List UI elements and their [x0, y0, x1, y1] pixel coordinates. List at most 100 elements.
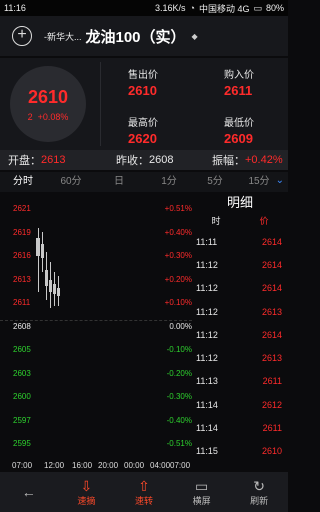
detail-row: 11:12 2613 [196, 353, 282, 364]
tab-1min[interactable]: 1分 [152, 172, 186, 192]
pct-tick: +0.30% [164, 251, 192, 260]
open-value: 2613 [41, 154, 66, 166]
y-tick: 2608 [13, 322, 31, 331]
pct-tick: -0.10% [166, 345, 192, 354]
chart-period-tabs: 分时 60分 日 1分 5分 15分 ⌄ [0, 172, 288, 192]
quick-transfer-button[interactable]: ⇧ 速转 [115, 472, 173, 512]
y-tick: 2613 [13, 275, 31, 284]
high-value: 2620 [128, 131, 157, 146]
price-mark [45, 270, 48, 286]
detail-row: 11:12 2613 [196, 306, 282, 317]
y-tick: 2603 [13, 369, 31, 378]
battery-level: 80% [265, 3, 284, 13]
pct-tick: 0.00% [169, 322, 192, 331]
x-tick: 04:00 [150, 461, 171, 470]
buy-price-cell: 购入价 2611 [224, 66, 304, 98]
detail-row: 11:14 2611 [196, 423, 282, 434]
top-bar: + -新华大... 龙油100（实） ◆ [0, 16, 288, 56]
open-group: 开盘： 2613 [8, 154, 66, 167]
refresh-button[interactable]: ↻ 刷新 [230, 472, 288, 512]
caret-icon: ◆ [191, 31, 198, 41]
product-selector[interactable]: -新华大... 龙油100（实） ◆ [44, 26, 198, 47]
detail-row: 11:13 2611 [196, 376, 282, 387]
tab-day[interactable]: 日 [104, 172, 134, 192]
baseline [0, 320, 192, 321]
x-tick: 07:00 [12, 461, 33, 470]
landscape-button[interactable]: ▭ 横屏 [173, 472, 231, 512]
price-change: 2 +0.08% [27, 111, 69, 122]
amplitude-value: +0.42% [245, 154, 283, 166]
amplitude-group: 振幅： +0.42% [212, 154, 283, 167]
pct-tick: +0.51% [164, 204, 192, 213]
pct-tick: -0.51% [166, 439, 192, 448]
high-label: 最高价 [128, 118, 158, 129]
detail-row: 11:14 2612 [196, 399, 282, 410]
sell-label: 售出价 [128, 70, 158, 81]
price-mark [41, 244, 44, 258]
product-exchange: -新华大... [44, 31, 82, 42]
download-icon: ⇩ [80, 477, 93, 494]
pct-tick: -0.20% [166, 369, 192, 378]
y-tick: 2600 [13, 392, 31, 401]
upload-icon: ⇧ [138, 477, 150, 494]
col-time: 时 [211, 216, 221, 226]
price-mark [49, 280, 52, 292]
pct-tick: +0.40% [164, 228, 192, 237]
back-button[interactable]: ← [0, 472, 58, 512]
chevron-down-icon[interactable]: ⌄ [276, 175, 284, 186]
divider [100, 62, 101, 146]
prev-close-value: 2608 [149, 154, 174, 166]
x-tick: 20:00 [98, 461, 119, 470]
y-tick: 2605 [13, 345, 31, 354]
y-tick: 2619 [13, 228, 31, 237]
detail-row: 11:12 2614 [196, 259, 282, 270]
y-tick: 2621 [13, 204, 31, 213]
trade-detail-panel: 明细 时 价 11:11 2614 11:12 2614 11:12 2614 11:… [192, 192, 288, 472]
back-arrow-icon: ← [21, 484, 36, 500]
y-tick: 2616 [13, 251, 31, 260]
col-price: 价 [259, 216, 269, 226]
pct-tick: -0.40% [166, 416, 192, 425]
wifi-icon: ◔ [189, 3, 195, 13]
pct-tick: -0.30% [166, 392, 192, 401]
prev-close-group: 昨收： 2608 [116, 154, 174, 167]
tab-timeshare[interactable]: 分时 [6, 172, 40, 192]
price-mark [36, 238, 40, 256]
x-tick: 00:00 [124, 461, 145, 470]
x-tick: 12:00 [44, 461, 65, 470]
y-tick: 2597 [13, 416, 31, 425]
refresh-icon: ↻ [253, 477, 266, 494]
y-tick: 2611 [13, 298, 31, 307]
buy-label: 购入价 [224, 70, 254, 81]
x-tick: 16:00 [72, 461, 93, 470]
low-value: 2609 [224, 131, 253, 146]
sell-price-cell: 售出价 2610 [128, 66, 208, 98]
detail-row: 11:12 2614 [196, 329, 282, 340]
price-circle: 2610 2 +0.08% [10, 66, 86, 142]
high-price-cell: 最高价 2620 [128, 114, 208, 146]
price-mark [57, 288, 60, 296]
detail-row: 11:15 2610 [196, 446, 282, 457]
price-mark [53, 284, 56, 294]
buy-value: 2611 [224, 83, 253, 98]
carrier-label: 中国移动 4G [198, 3, 250, 14]
tab-15min[interactable]: 15分 [242, 172, 276, 192]
sell-value: 2610 [128, 83, 157, 98]
pct-tick: +0.10% [164, 298, 192, 307]
tab-60min[interactable]: 60分 [54, 172, 88, 192]
network-speed: 3.16K/s [154, 3, 186, 13]
quick-pick-button[interactable]: ⇩ 速摘 [58, 472, 116, 512]
timeshare-chart: 2621 2619 2616 2613 2611 2608 2605 2603 … [0, 192, 192, 472]
bottom-toolbar: ← ⇩ 速摘 ⇧ 速转 ▭ 横屏 ↻ 刷新 [0, 472, 288, 512]
low-label: 最低价 [224, 118, 254, 129]
detail-row: 11:11 2614 [196, 236, 282, 247]
open-info-bar: 开盘： 2613 昨收： 2608 振幅： +0.42% [0, 150, 288, 170]
detail-title: 明细 [226, 195, 253, 210]
add-icon[interactable]: + [12, 26, 32, 46]
low-price-cell: 最低价 2609 [224, 114, 304, 146]
tab-5min[interactable]: 5分 [198, 172, 232, 192]
y-tick: 2595 [13, 439, 31, 448]
rotate-screen-icon: ▭ [194, 477, 209, 494]
status-bar: 11:16 3.16K/s ◔ 中国移动 4G ▭ 80% [0, 0, 288, 16]
current-price: 2610 [27, 86, 69, 107]
